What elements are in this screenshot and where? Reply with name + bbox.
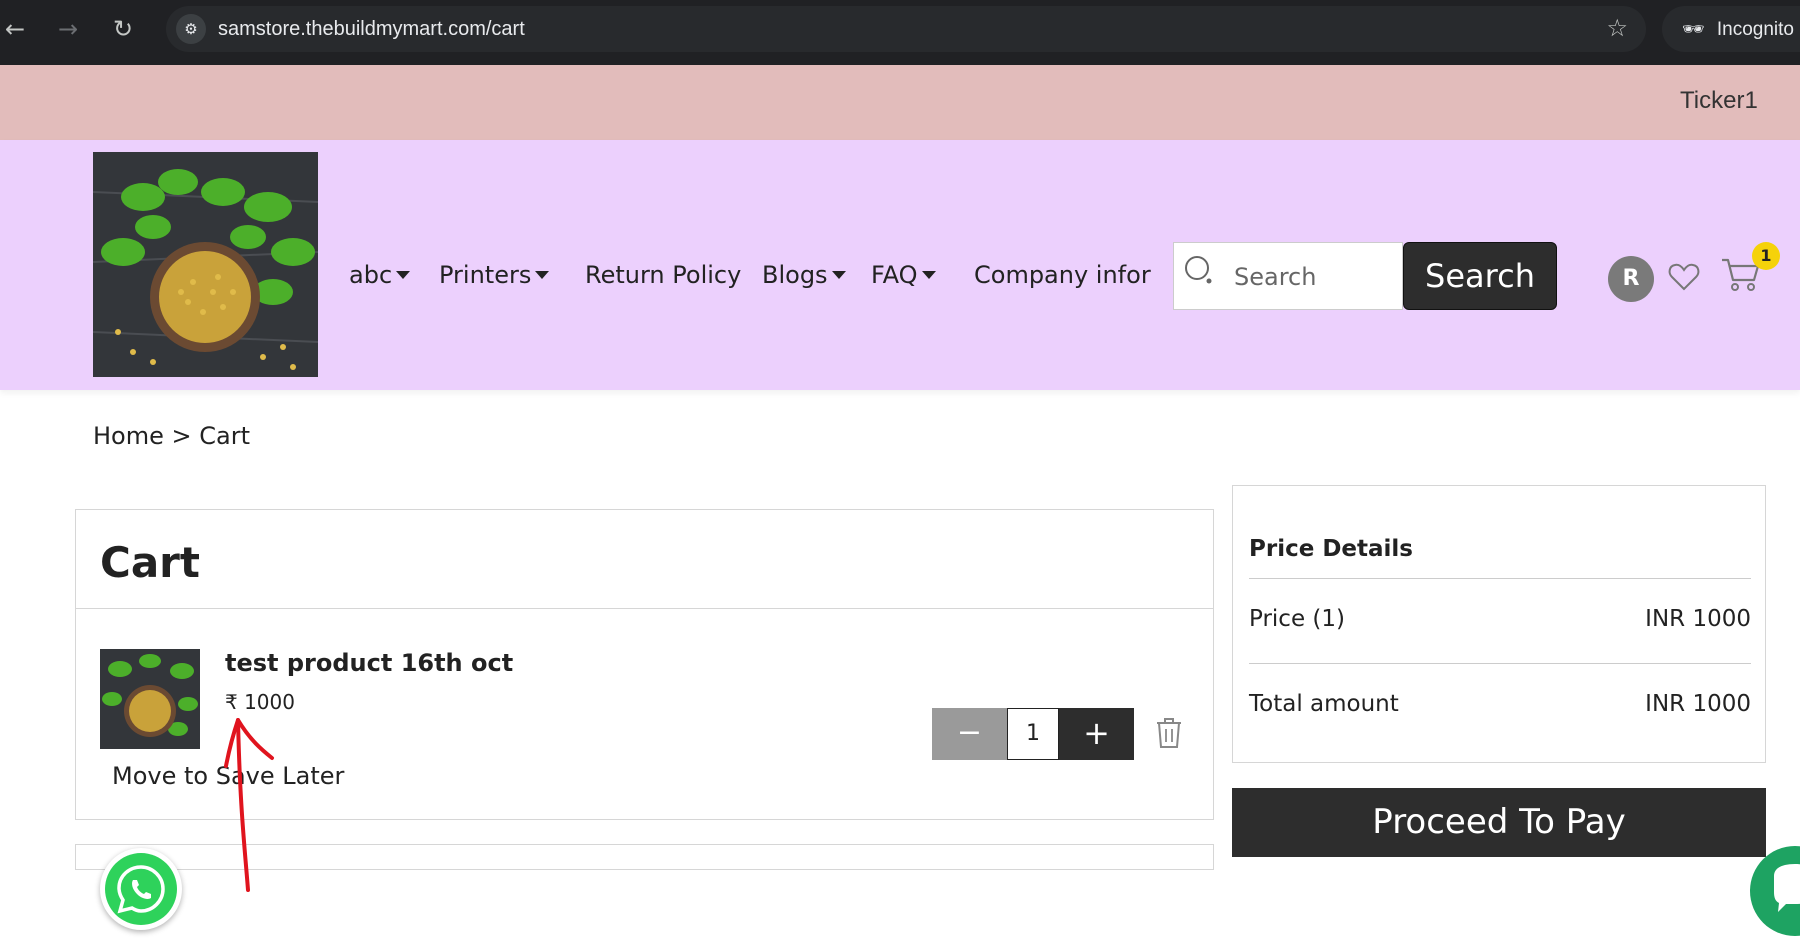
price-value: INR 1000 <box>1645 606 1751 632</box>
incognito-indicator[interactable]: 🕶 Incognito ( <box>1662 6 1800 52</box>
delete-trash-icon[interactable] <box>1154 716 1184 750</box>
dropdown-caret-icon <box>535 271 550 279</box>
browser-toolbar: ← → ↻ ⚙ samstore.thebuildmymart.com/cart… <box>0 0 1800 65</box>
wishlist-heart-icon[interactable] <box>1667 260 1701 294</box>
quantity-value[interactable]: 1 <box>1007 708 1059 760</box>
ticker-bar: Ticker1 <box>0 65 1800 140</box>
search-icon <box>1185 256 1212 284</box>
product-name[interactable]: test product 16th oct <box>225 649 513 677</box>
cart-header: Cart <box>76 510 1213 609</box>
quantity-increase-button[interactable]: + <box>1059 708 1134 760</box>
breadcrumb-current: Cart <box>199 422 251 450</box>
reload-icon[interactable]: ↻ <box>108 14 138 44</box>
nav-item-label: Return Policy <box>585 261 742 289</box>
nav-item-faq[interactable]: FAQ <box>871 261 936 289</box>
proceed-to-pay-button[interactable]: Proceed To Pay <box>1232 788 1766 857</box>
divider <box>1249 663 1751 664</box>
nav-item-label: FAQ <box>871 261 918 289</box>
total-amount-value: INR 1000 <box>1645 691 1751 717</box>
search-input[interactable] <box>1234 259 1394 295</box>
breadcrumb-separator: > <box>171 422 192 450</box>
breadcrumb-home[interactable]: Home <box>93 422 164 450</box>
nav-item-abc[interactable]: abc <box>349 261 411 289</box>
whatsapp-icon <box>105 853 177 925</box>
site-info-icon[interactable]: ⚙ <box>176 14 206 44</box>
back-icon[interactable]: ← <box>0 14 30 44</box>
price-details-panel: Price Details Price (1) INR 1000 Total a… <box>1232 485 1766 763</box>
user-avatar[interactable]: R <box>1608 256 1654 302</box>
search-button[interactable]: Search <box>1403 242 1557 310</box>
dropdown-caret-icon <box>921 271 936 279</box>
incognito-icon: 🕶 <box>1682 19 1705 39</box>
quantity-decrease-button[interactable]: − <box>932 708 1007 760</box>
store-logo[interactable] <box>93 152 318 377</box>
product-thumbnail[interactable] <box>100 649 200 749</box>
nav-item-company-info[interactable]: Company infor <box>974 261 1151 289</box>
nav-item-printers[interactable]: Printers <box>439 261 550 289</box>
price-details-title: Price Details <box>1249 536 1413 562</box>
divider <box>1249 578 1751 579</box>
incognito-label: Incognito ( <box>1716 19 1800 40</box>
breadcrumb: Home > Cart <box>93 422 250 450</box>
ticker-text: Ticker1 <box>1680 87 1758 114</box>
cart-title: Cart <box>100 538 200 587</box>
dropdown-caret-icon <box>396 271 411 279</box>
site-header: abc Printers Return Policy Blogs FAQ Com… <box>0 140 1800 390</box>
whatsapp-chat-button[interactable] <box>100 848 182 930</box>
address-bar[interactable]: ⚙ samstore.thebuildmymart.com/cart ☆ <box>166 6 1646 52</box>
nav-item-label: Company infor <box>974 261 1151 289</box>
live-chat-icon[interactable] <box>1750 846 1800 936</box>
nav-item-label: Printers <box>439 261 532 289</box>
total-amount-label: Total amount <box>1249 691 1399 717</box>
search-field[interactable] <box>1173 242 1403 310</box>
forward-icon[interactable]: → <box>53 14 83 44</box>
dropdown-caret-icon <box>831 271 846 279</box>
nav-item-label: abc <box>349 261 393 289</box>
nav-item-label: Blogs <box>762 261 828 289</box>
cart-count-badge: 1 <box>1752 242 1780 270</box>
url-text[interactable]: samstore.thebuildmymart.com/cart <box>218 18 525 41</box>
bookmark-star-icon[interactable]: ☆ <box>1606 14 1628 42</box>
nav-item-return-policy[interactable]: Return Policy <box>585 261 741 289</box>
nav-item-blogs[interactable]: Blogs <box>762 261 846 289</box>
price-label: Price (1) <box>1249 606 1345 632</box>
annotation-arrow <box>224 718 274 892</box>
